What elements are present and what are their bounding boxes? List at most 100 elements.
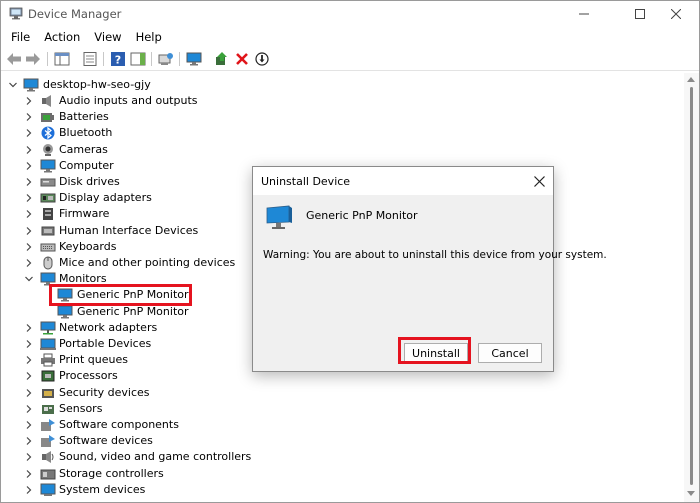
chevron-right-icon[interactable] (24, 161, 34, 171)
chevron-right-icon[interactable] (24, 404, 34, 414)
sound-icon (42, 451, 54, 464)
scan-hardware-icon (158, 53, 173, 65)
tree-category[interactable]: Batteries (1, 109, 661, 125)
help-button[interactable]: ? (109, 50, 127, 68)
uninstall-device-button[interactable] (233, 50, 251, 68)
tree-category[interactable]: Cameras (1, 142, 661, 158)
tree-category-label: Network adapters (59, 320, 158, 334)
scroll-up-arrow-icon[interactable] (687, 77, 695, 82)
tree-category[interactable]: Audio inputs and outputs (1, 93, 661, 109)
chevron-down-icon[interactable] (24, 274, 34, 284)
toolbar-separator (151, 52, 152, 66)
chevron-right-icon[interactable] (24, 371, 34, 381)
close-icon (671, 9, 681, 19)
chevron-right-icon[interactable] (24, 436, 34, 446)
update-driver-icon (216, 52, 227, 65)
chevron-right-icon[interactable] (24, 96, 34, 106)
chevron-right-icon[interactable] (24, 420, 34, 430)
menu-help[interactable]: Help (130, 27, 168, 47)
device-manager-window: Device Manager File Action View Help ? d… (0, 0, 700, 503)
chevron-right-icon[interactable] (24, 177, 34, 187)
tree-device-label: Generic PnP Monitor (77, 304, 189, 318)
forward-button[interactable] (24, 50, 42, 68)
tree-category-label: Bluetooth (59, 126, 113, 140)
tree-category-label: Print queues (59, 353, 128, 367)
chevron-right-icon[interactable] (24, 258, 34, 268)
chevron-right-icon[interactable] (24, 226, 34, 236)
chevron-right-icon[interactable] (24, 112, 34, 122)
dialog-close-button[interactable] (529, 171, 549, 191)
monitor-button[interactable] (185, 50, 203, 68)
tree-category-label: Software components (59, 418, 179, 431)
scan-hardware-button[interactable] (157, 50, 175, 68)
highlight-selected-monitor (49, 284, 192, 306)
tree-category[interactable]: Security devices (1, 385, 661, 401)
tree-category-label: Disk drives (59, 175, 120, 188)
chevron-right-icon[interactable] (24, 242, 34, 252)
properties-icon (83, 52, 97, 66)
tree-category[interactable]: Software devices (1, 433, 661, 449)
chevron-right-icon[interactable] (24, 323, 34, 333)
bluetooth-icon (41, 126, 55, 140)
dialog-device-name: Generic PnP Monitor (306, 209, 418, 222)
chevron-right-icon[interactable] (24, 355, 34, 365)
update-driver-button[interactable] (213, 50, 231, 68)
speaker-icon (42, 95, 51, 107)
close-icon (533, 175, 545, 187)
menu-action[interactable]: Action (38, 27, 86, 47)
computer-icon (23, 78, 39, 92)
show-action-pane-button[interactable] (129, 50, 147, 68)
chevron-right-icon[interactable] (24, 145, 34, 155)
tree-category[interactable]: Sensors (1, 401, 661, 417)
network-icon (40, 321, 56, 335)
scroll-down-arrow-icon[interactable] (687, 491, 695, 496)
tree-category-label: Keyboards (59, 239, 117, 253)
tree-category-label: Batteries (59, 110, 109, 124)
show-action-pane-icon (130, 52, 146, 66)
chevron-right-icon[interactable] (24, 485, 34, 495)
minimize-button[interactable] (561, 1, 607, 27)
chevron-right-icon[interactable] (24, 452, 34, 462)
tree-category[interactable]: Bluetooth (1, 125, 661, 141)
close-button[interactable] (653, 1, 699, 27)
show-hide-console-tree-button[interactable] (53, 50, 71, 68)
disable-device-icon (255, 52, 269, 66)
chevron-right-icon[interactable] (24, 339, 34, 349)
device-manager-icon (9, 7, 23, 20)
properties-button[interactable] (81, 50, 99, 68)
maximize-icon (635, 9, 645, 19)
software-device-icon (41, 435, 55, 448)
dialog-title-bar: Uninstall Device (253, 167, 553, 195)
tree-category-label: Mice and other pointing devices (59, 256, 236, 269)
dialog-title: Uninstall Device (261, 175, 351, 188)
scrollbar-thumb[interactable] (690, 87, 693, 485)
tree-category-label: Audio inputs and outputs (59, 94, 198, 107)
chevron-right-icon[interactable] (24, 193, 34, 203)
menu-file[interactable]: File (5, 27, 36, 47)
tree-category[interactable]: Storage controllers (1, 466, 661, 482)
chevron-right-icon[interactable] (24, 388, 34, 398)
chevron-right-icon[interactable] (24, 209, 34, 219)
hid-icon (41, 226, 55, 236)
highlight-uninstall-button (398, 337, 471, 364)
tree-category[interactable]: Software components (1, 417, 661, 433)
toolbar: ? (1, 47, 699, 71)
tree-root[interactable]: desktop-hw-seo-gjy (1, 77, 661, 93)
disable-device-button[interactable] (253, 50, 271, 68)
tree-category-label: Storage controllers (59, 466, 164, 480)
help-icon: ? (111, 52, 125, 66)
toolbar-separator (179, 52, 180, 66)
processor-icon (41, 370, 55, 382)
menu-view[interactable]: View (88, 27, 127, 47)
back-icon (7, 53, 21, 65)
vertical-scrollbar[interactable] (684, 73, 699, 502)
cancel-button[interactable]: Cancel (478, 343, 542, 363)
tree-category[interactable]: Sound, video and game controllers (1, 449, 661, 465)
tree-category[interactable]: System devices (1, 482, 661, 498)
back-button[interactable] (5, 50, 23, 68)
chevron-right-icon[interactable] (24, 469, 34, 479)
tree-category-label: Security devices (59, 385, 150, 399)
chevron-right-icon[interactable] (24, 128, 34, 138)
tree-category-label: Software devices (59, 434, 153, 448)
tree-category-label: Firmware (59, 207, 110, 221)
